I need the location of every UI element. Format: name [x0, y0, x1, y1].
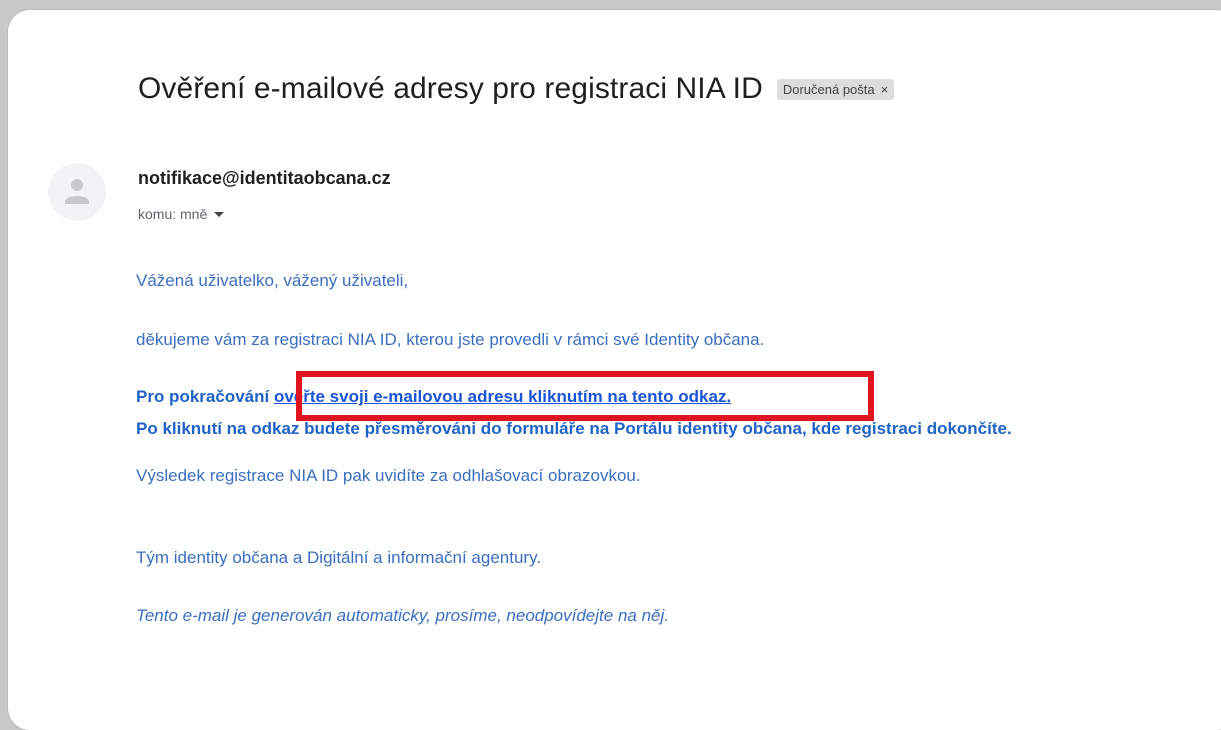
continue-prefix: Pro pokračování: [136, 387, 274, 406]
result-text: Výsledek registrace NIA ID pak uvidíte z…: [136, 466, 641, 485]
red-highlight-box: [296, 371, 874, 421]
auto-generated-note: Tento e-mail je generován automaticky, p…: [136, 606, 669, 625]
team-signature: Tým identity občana a Digitální a inform…: [136, 548, 542, 567]
recipient-line: komu: mně: [138, 206, 225, 222]
sender-address: notifikace@identitaobcana.cz: [138, 168, 391, 188]
email-subject: Ověření e-mailové adresy pro registraci …: [138, 72, 763, 105]
greeting-text: Vážená uživatelko, vážený uživateli,: [136, 271, 409, 290]
inbox-label-text: Doručená pošta: [782, 81, 875, 97]
remove-label-icon[interactable]: ×: [881, 82, 889, 97]
sender-avatar: [48, 163, 106, 221]
thanks-text: děkujeme vám za registraci NIA ID, ktero…: [136, 330, 765, 349]
recipient-text: komu: mně: [138, 206, 208, 222]
inbox-label-chip[interactable]: Doručená pošta ×: [776, 78, 895, 100]
caret-down-icon[interactable]: [214, 211, 225, 217]
redirect-text: Po kliknutí na odkaz budete přesměrováni…: [136, 419, 1012, 438]
person-icon: [65, 179, 89, 204]
subject-row: Ověření e-mailové adresy pro registraci …: [138, 72, 895, 106]
